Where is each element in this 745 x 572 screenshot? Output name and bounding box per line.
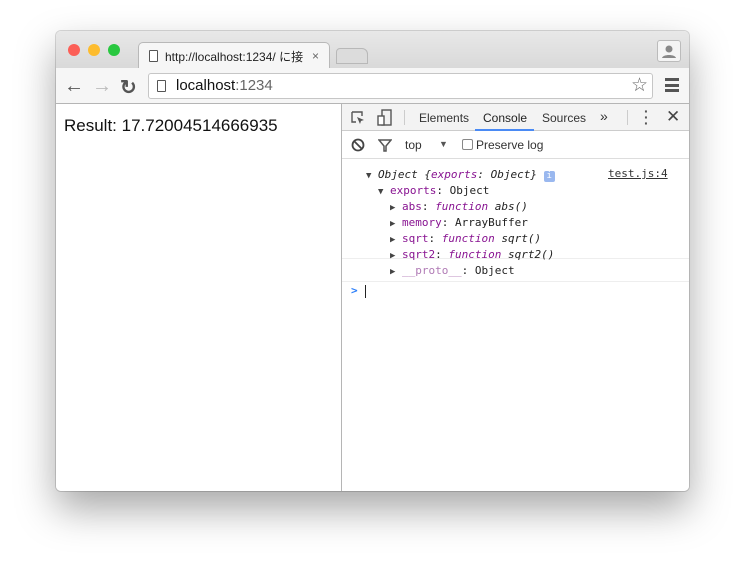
console-input[interactable] bbox=[365, 285, 366, 298]
collapsed-triangle-icon: ▶ bbox=[390, 203, 396, 213]
console-prompt-icon: > bbox=[351, 284, 358, 297]
console-toolbar: top ▼ Preserve log bbox=[342, 131, 689, 159]
exports-row[interactable]: ▼ exports: Object bbox=[378, 184, 489, 197]
minimize-window-button[interactable] bbox=[88, 44, 100, 56]
page-icon bbox=[149, 50, 158, 62]
collapsed-triangle-icon: ▶ bbox=[390, 219, 396, 229]
result-text: Result: 17.72004514666935 bbox=[64, 116, 278, 135]
filter-icon[interactable] bbox=[378, 138, 392, 152]
close-window-button[interactable] bbox=[68, 44, 80, 56]
preserve-log-label: Preserve log bbox=[476, 138, 544, 152]
tab-elements[interactable]: Elements bbox=[419, 111, 469, 125]
browser-window: http://localhost:1234/ に接 × ← → ↻ localh… bbox=[56, 31, 689, 491]
context-selector[interactable]: top bbox=[405, 138, 422, 152]
property-row[interactable]: ▶ sqrt2: function sqrt2() bbox=[390, 248, 554, 261]
browser-tab[interactable]: http://localhost:1234/ に接 × bbox=[138, 42, 330, 69]
inspect-element-icon[interactable] bbox=[350, 110, 366, 126]
new-tab-button[interactable] bbox=[336, 48, 368, 64]
device-toolbar-icon[interactable] bbox=[377, 109, 393, 127]
profile-button[interactable] bbox=[657, 40, 681, 62]
reload-icon[interactable]: ↻ bbox=[120, 75, 137, 100]
more-tabs-icon[interactable]: » bbox=[600, 108, 608, 124]
title-bar: http://localhost:1234/ に接 × bbox=[56, 31, 689, 69]
property-row[interactable]: ▶ memory: ArrayBuffer bbox=[390, 216, 528, 229]
page-content: Result: 17.72004514666935 bbox=[56, 104, 342, 491]
address-host: localhost bbox=[176, 77, 236, 94]
kebab-menu-icon[interactable]: · · · bbox=[644, 104, 649, 130]
person-icon bbox=[662, 45, 676, 58]
tab-title: http://localhost:1234/ に接 bbox=[165, 49, 304, 64]
collapsed-triangle-icon: ▶ bbox=[390, 251, 396, 261]
info-icon: i bbox=[543, 171, 555, 182]
devtools-panel: Elements Console Sources » · · · ✕ top ▼ P… bbox=[342, 104, 689, 491]
preserve-log-checkbox[interactable] bbox=[462, 139, 473, 150]
console-log-entry: ▼ Object {exports: Object} i test.js:4 ▼… bbox=[342, 159, 689, 277]
property-row[interactable]: ▶ __proto__: Object bbox=[390, 264, 515, 277]
property-row[interactable]: ▶ abs: function abs() bbox=[390, 200, 528, 213]
tab-close-icon[interactable]: × bbox=[312, 49, 319, 63]
expanded-triangle-icon: ▼ bbox=[366, 171, 372, 181]
clear-console-icon[interactable] bbox=[351, 138, 365, 152]
bookmark-star-icon[interactable]: ☆ bbox=[631, 74, 648, 98]
expanded-triangle-icon: ▼ bbox=[378, 187, 384, 197]
toolbar: ← → ↻ localhost:1234 ☆ bbox=[56, 68, 689, 104]
context-dropdown-icon[interactable]: ▼ bbox=[439, 139, 448, 149]
tab-sources[interactable]: Sources bbox=[542, 111, 586, 125]
page-info-icon[interactable] bbox=[157, 80, 166, 92]
object-root-row[interactable]: ▼ Object {exports: Object} i bbox=[366, 168, 555, 182]
maximize-window-button[interactable] bbox=[108, 44, 120, 56]
address-port: :1234 bbox=[235, 77, 273, 94]
back-icon[interactable]: ← bbox=[64, 75, 84, 98]
forward-icon[interactable]: → bbox=[92, 75, 112, 98]
source-link[interactable]: test.js:4 bbox=[608, 167, 668, 180]
collapsed-triangle-icon: ▶ bbox=[390, 267, 396, 277]
close-devtools-icon[interactable]: ✕ bbox=[666, 107, 680, 127]
address-bar[interactable]: localhost:1234 ☆ bbox=[148, 73, 653, 99]
property-row[interactable]: ▶ sqrt: function sqrt() bbox=[390, 232, 541, 245]
menu-icon[interactable] bbox=[665, 78, 679, 92]
collapsed-triangle-icon: ▶ bbox=[390, 235, 396, 245]
devtools-tabbar: Elements Console Sources » · · · ✕ bbox=[342, 104, 689, 131]
tab-console[interactable]: Console bbox=[483, 111, 527, 125]
